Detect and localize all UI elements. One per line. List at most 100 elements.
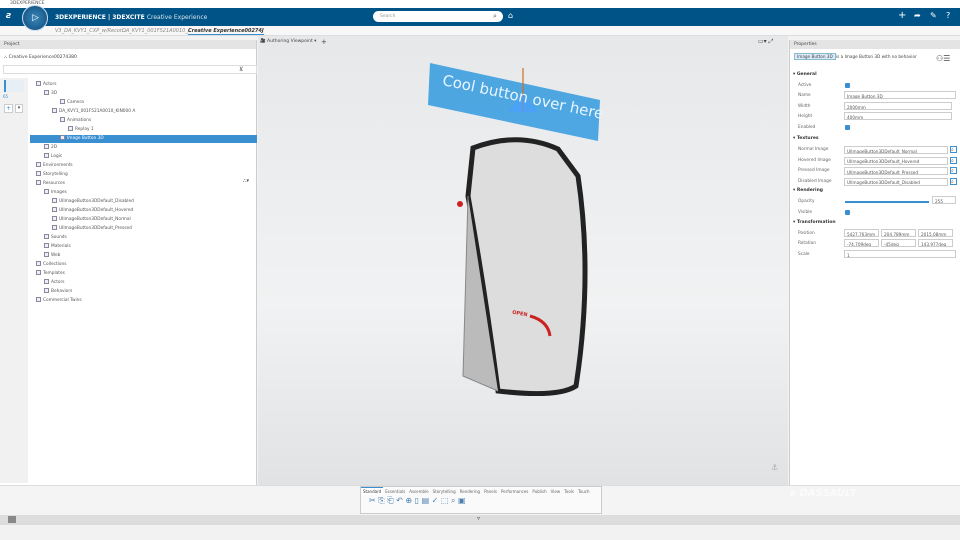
tree-item[interactable]: Resources	[36, 180, 65, 188]
tree-item[interactable]: Actors	[36, 81, 57, 89]
browse-icon[interactable]: ⌕	[950, 146, 957, 153]
position-field[interactable]: 2015.08mm	[918, 229, 953, 237]
browse-icon[interactable]: ⌕	[950, 177, 957, 185]
action-tab[interactable]: Storytelling	[431, 488, 458, 495]
add-viewpoint-icon[interactable]: +	[321, 38, 327, 46]
action-tab[interactable]: Tools	[562, 488, 576, 495]
tab-product[interactable]: DA_KVY1_001F521A0010_/	[122, 28, 190, 34]
name-field[interactable]: Image Button 3D	[844, 91, 956, 99]
tree-item[interactable]: Commercial Twins	[36, 297, 82, 305]
panel-toggle-icon[interactable]	[8, 516, 16, 523]
visible-checkbox[interactable]	[845, 210, 850, 215]
thumbnail[interactable]	[4, 80, 24, 92]
texture-select[interactable]: UIImageButton3DDefault_Hovered	[844, 156, 948, 165]
rotation-field[interactable]: 143.977deg	[918, 239, 953, 247]
tree-item-label: Actors	[43, 82, 57, 87]
tree-item-label: Replay 1	[75, 127, 94, 132]
tree-item[interactable]: Images	[44, 189, 67, 197]
add-button[interactable]: +	[4, 104, 13, 113]
tree-item[interactable]: UIImageButton3DDefault_Hovered	[52, 207, 133, 215]
expand-icon[interactable]: ▿	[477, 515, 480, 522]
viewpoint-select[interactable]: 🎥 Authoring Viewpoint ▾	[260, 39, 316, 44]
active-checkbox[interactable]	[845, 83, 850, 88]
tree-filter-input[interactable]	[3, 65, 257, 74]
texture-select[interactable]: UIImageButton3DDefault_Pressed	[844, 167, 948, 175]
rotation-field[interactable]: -74.709deg	[844, 239, 879, 247]
action-tab[interactable]: Standard	[361, 487, 384, 495]
action-tab[interactable]: Assemble	[407, 488, 430, 495]
node-icon	[36, 162, 41, 167]
opacity-field[interactable]: 255	[932, 196, 956, 204]
compass-icon[interactable]: ▷	[22, 5, 48, 31]
tree-item[interactable]: Storytelling	[36, 171, 68, 179]
action-tab[interactable]: Publish	[530, 488, 548, 495]
tree-item[interactable]: DA_KVY1_001F521A0010_KIN000 A	[52, 108, 135, 116]
node-icon	[36, 171, 41, 176]
action-tab[interactable]: Performances	[499, 488, 530, 495]
tree-item[interactable]: UIImageButton3DDefault_Disabled	[52, 198, 134, 206]
dropdown-button[interactable]: ▾	[15, 104, 23, 113]
browse-icon[interactable]: ⌕	[950, 167, 957, 174]
tree-item-label: Behaviors	[51, 289, 73, 294]
browse-icon[interactable]: ⌕	[950, 156, 957, 164]
tree-item[interactable]: 3D	[44, 90, 57, 98]
action-tab[interactable]: Essentials	[383, 488, 407, 495]
section-header[interactable]: ▾ Rendering	[793, 188, 823, 193]
tree-item[interactable]: Animations	[60, 117, 91, 125]
search-input[interactable]: Search	[373, 11, 503, 22]
position-field[interactable]: 5427.763mm	[844, 229, 879, 237]
action-tab[interactable]: View	[549, 488, 563, 495]
texture-select[interactable]: UIImageButton3DDefault_Normal	[844, 146, 948, 154]
tree-item[interactable]: Camera	[60, 99, 84, 107]
tree-item[interactable]: 2D	[44, 144, 57, 152]
scale-field[interactable]: 1	[844, 250, 956, 258]
position-field[interactable]: 204.789mm	[881, 229, 916, 237]
tree-sidebar: 65 + ▾	[0, 78, 28, 483]
tree-item[interactable]: Logic	[44, 153, 62, 161]
menu-icon[interactable]: ⚇☰	[936, 54, 950, 63]
apps-icon[interactable]: ✎	[930, 11, 937, 20]
help-icon[interactable]: ?	[946, 11, 950, 20]
add-icon[interactable]: +	[898, 10, 906, 21]
tab-creative-experience[interactable]: Creative Experience00274J	[188, 28, 264, 35]
tree-item[interactable]: UIImageButton3DDefault_Normal	[52, 216, 131, 224]
action-icons[interactable]: ✂ ⎘ ⎗ ↶ ⊕ ▯ ▤ ✓ ⬚ ⌕ ▣	[361, 495, 601, 507]
section-header[interactable]: ▾ Transformation	[793, 220, 836, 225]
project-panel-title: Project	[0, 40, 256, 49]
tree-item[interactable]: Web	[44, 252, 60, 260]
tree-item[interactable]: Environments	[36, 162, 73, 170]
node-icon	[44, 153, 49, 158]
tab-session[interactable]: V3_DA_KVY1_CXP_w/Recor...	[55, 28, 126, 34]
tree-item[interactable]: Replay 1	[68, 126, 94, 134]
rotation-field[interactable]: -45deg	[881, 239, 916, 247]
opacity-slider[interactable]	[845, 201, 929, 203]
tree-item[interactable]: Collections	[36, 261, 67, 269]
tree-item-label: UIImageButton3DDefault_Hovered	[59, 208, 134, 213]
3d-viewport[interactable]: Cool button over here OPEN ⚓	[258, 36, 788, 485]
share-icon[interactable]: ➦	[914, 11, 921, 20]
filter-icon[interactable]: ⊻	[239, 66, 243, 73]
width-field[interactable]: 2000mm	[844, 102, 952, 110]
display-options-icon[interactable]: ▭▾ ⤢	[758, 38, 773, 46]
tree-item[interactable]: Behaviors	[44, 288, 72, 296]
action-tab[interactable]: Rendering	[458, 488, 482, 495]
tree-item[interactable]: Materials	[44, 243, 71, 251]
section-header[interactable]: ▾ Textures	[793, 136, 819, 141]
action-tab[interactable]: Panels	[482, 488, 499, 495]
enabled-checkbox[interactable]	[845, 125, 850, 130]
height-field[interactable]: 400mm	[844, 112, 952, 120]
tree-item-label: Resources	[43, 181, 65, 186]
hierarchy-icon[interactable]: ⛬▾	[243, 178, 249, 184]
section-header[interactable]: ▾ General	[793, 72, 817, 77]
add-tab-icon[interactable]: +	[258, 28, 262, 34]
tree-item[interactable]: Sounds	[44, 234, 67, 242]
object-chip[interactable]: Image Button 3D	[794, 53, 836, 60]
tree-item[interactable]: Actors	[44, 279, 65, 287]
tree-item[interactable]: UIImageButton3DDefault_Pressed	[52, 225, 132, 233]
tag-icon[interactable]: ⌂	[508, 11, 513, 20]
search-icon[interactable]: ⌕	[493, 12, 497, 21]
tree-item[interactable]: Image Button 3D	[30, 135, 257, 143]
texture-select[interactable]: UIImageButton3DDefault_Disabled	[844, 177, 948, 186]
action-tab[interactable]: Touch	[576, 488, 591, 495]
tree-item[interactable]: Templates	[36, 270, 65, 278]
